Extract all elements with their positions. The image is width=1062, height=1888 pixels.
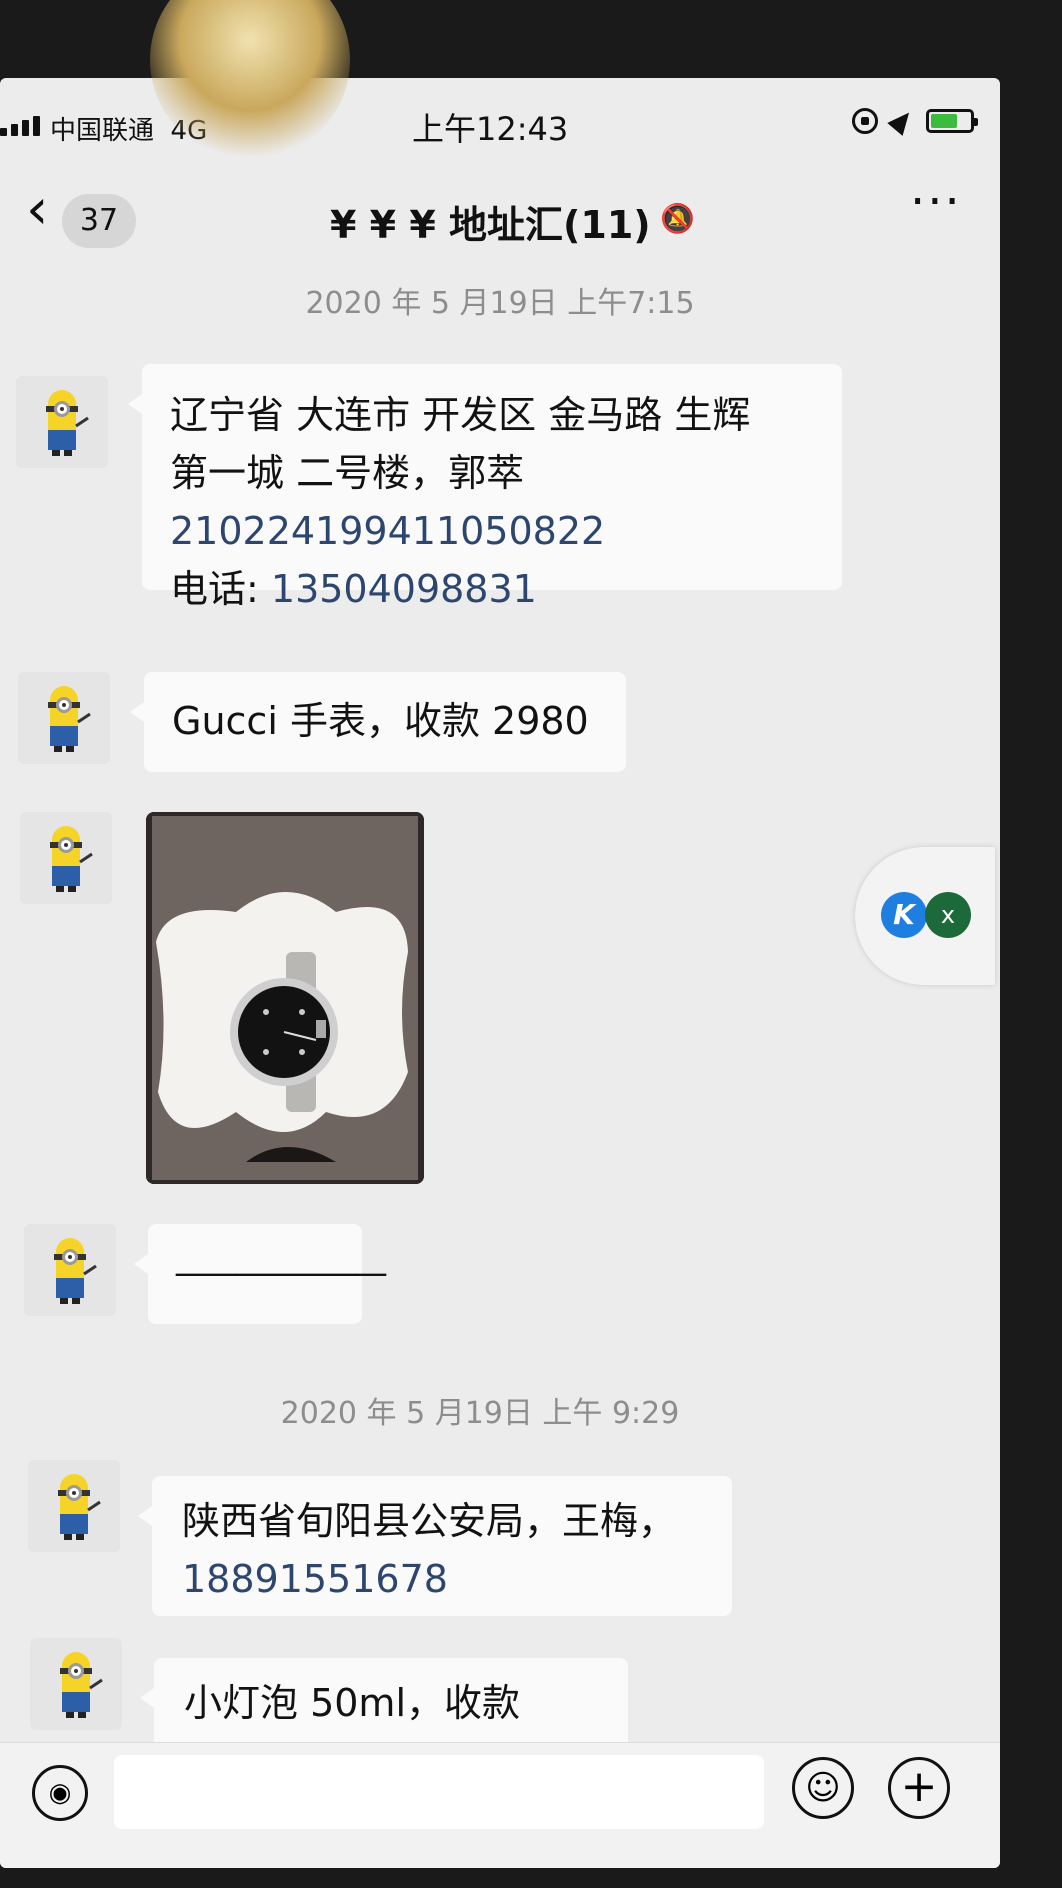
message-text: 第一城 二号楼，郭萃 bbox=[170, 451, 525, 495]
status-time: 上午12:43 bbox=[412, 110, 569, 148]
floating-widget[interactable]: K x bbox=[855, 847, 995, 985]
watch-photo bbox=[146, 812, 424, 1184]
chat-title: ¥ ¥ ¥ 地址汇(11) bbox=[330, 203, 651, 247]
message-timestamp: 2020 年 5 月19日 上午7:15 bbox=[305, 286, 695, 321]
chat-input-bar: ◉ ☺ + bbox=[0, 1742, 1000, 1868]
avatar[interactable] bbox=[18, 672, 110, 764]
message-text: 陕西省旬阳县公安局，王梅， bbox=[182, 1499, 677, 1543]
k-app-icon[interactable]: K bbox=[881, 892, 927, 938]
message-text: 辽宁省 大连市 开发区 金马路 生辉 bbox=[170, 393, 751, 437]
phone-number-link[interactable]: 13504098831 bbox=[271, 567, 537, 611]
plus-icon[interactable]: + bbox=[888, 1757, 950, 1819]
location-arrow-icon bbox=[887, 106, 917, 136]
status-bar: 中国联通 4G 上午12:43 bbox=[0, 78, 1000, 168]
unread-count-badge[interactable]: 37 bbox=[62, 194, 136, 248]
status-icons bbox=[852, 106, 978, 136]
message-timestamp: 2020 年 5 月19日 上午 9:29 bbox=[280, 1396, 680, 1431]
message-bubble[interactable]: 陕西省旬阳县公安局，王梅， 18891551678 bbox=[138, 1476, 732, 1616]
id-number-link[interactable]: 210224199411050822 bbox=[170, 502, 814, 560]
phone-number-link[interactable]: 18891551678 bbox=[182, 1550, 702, 1608]
emoji-icon[interactable]: ☺ bbox=[792, 1757, 854, 1819]
chevron-left-icon[interactable]: ‹ bbox=[26, 182, 48, 238]
avatar[interactable] bbox=[20, 812, 112, 904]
watch-photo-message[interactable] bbox=[146, 812, 424, 1184]
message-text: ——————— bbox=[174, 1253, 388, 1293]
ellipsis-icon[interactable]: ··· bbox=[910, 174, 962, 230]
message-bubble[interactable]: Gucci 手表，收款 2980 bbox=[130, 672, 626, 772]
message-bubble[interactable]: 小灯泡 50ml，收款 980 bbox=[140, 1658, 628, 1783]
phone-screen: 中国联通 4G 上午12:43 ‹ 37 ¥ ¥ ¥ 地址汇(11) 🔕 ···… bbox=[0, 78, 1000, 1868]
rotation-lock-icon bbox=[852, 108, 878, 134]
minion-avatar-icon bbox=[46, 390, 89, 456]
minion-avatar-icon bbox=[48, 686, 91, 752]
message-text: 电话: 13504098831 bbox=[170, 567, 537, 611]
avatar[interactable] bbox=[16, 376, 108, 468]
minion-avatar-icon bbox=[58, 1474, 101, 1540]
avatar[interactable] bbox=[28, 1460, 120, 1552]
avatar[interactable] bbox=[30, 1638, 122, 1730]
message-bubble[interactable]: ——————— bbox=[134, 1224, 388, 1324]
voice-icon[interactable]: ◉ bbox=[32, 1765, 88, 1821]
chat-header: ‹ 37 ¥ ¥ ¥ 地址汇(11) 🔕 ··· bbox=[0, 168, 1000, 278]
avatar[interactable] bbox=[24, 1224, 116, 1316]
minion-avatar-icon bbox=[54, 1238, 97, 1304]
battery-icon bbox=[926, 109, 978, 133]
message-bubble[interactable]: 辽宁省 大连市 开发区 金马路 生辉 第一城 二号楼，郭萃 2102241994… bbox=[128, 364, 842, 611]
bell-slash-icon: 🔕 bbox=[660, 202, 695, 235]
message-text: Gucci 手表，收款 2980 bbox=[172, 699, 589, 743]
signal-strength-icon bbox=[0, 116, 40, 136]
close-icon[interactable]: x bbox=[925, 892, 971, 938]
minion-avatar-icon bbox=[50, 826, 93, 892]
message-input[interactable] bbox=[114, 1755, 764, 1829]
minion-avatar-icon bbox=[60, 1652, 103, 1718]
